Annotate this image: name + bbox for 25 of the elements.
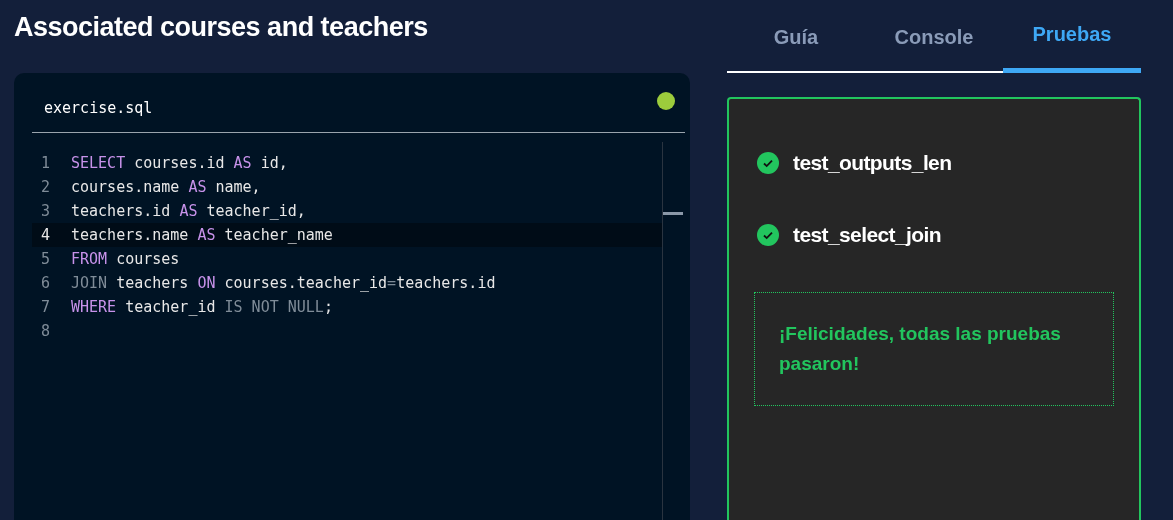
line-number: 1 <box>40 154 52 172</box>
code-line: teachers.name AS teacher_name <box>71 226 333 244</box>
code-editor[interactable] <box>14 73 690 520</box>
line-number: 5 <box>40 250 52 268</box>
page-title: Associated courses and teachers <box>14 12 429 44</box>
tab[interactable]: Guía <box>727 0 865 71</box>
code-line: FROM courses <box>71 250 180 268</box>
test-name: test_select_join <box>793 223 941 247</box>
code-line: teachers.id AS teacher_id, <box>71 202 306 220</box>
tab[interactable]: Console <box>865 0 1003 71</box>
code-line: courses.name AS name, <box>71 178 261 196</box>
code-line: SELECT courses.id AS id, <box>71 154 288 172</box>
line-number: 7 <box>40 298 52 316</box>
result-message: ¡Felicidades, todas las pruebas pasaron! <box>754 292 1114 406</box>
line-number: 3 <box>40 202 52 220</box>
scroll-marker <box>663 212 683 215</box>
line-number: 4 <box>40 226 52 244</box>
tab[interactable]: Pruebas <box>1003 0 1141 73</box>
line-number: 8 <box>40 322 52 340</box>
line-number: 2 <box>40 178 52 196</box>
line-number: 6 <box>40 274 52 292</box>
code-line: WHERE teacher_id IS NOT NULL; <box>71 298 333 316</box>
file-name: exercise.sql <box>44 98 153 117</box>
code-line: JOIN teachers ON courses.teacher_id=teachers.id <box>71 274 496 292</box>
test-name: test_outputs_len <box>793 151 952 175</box>
